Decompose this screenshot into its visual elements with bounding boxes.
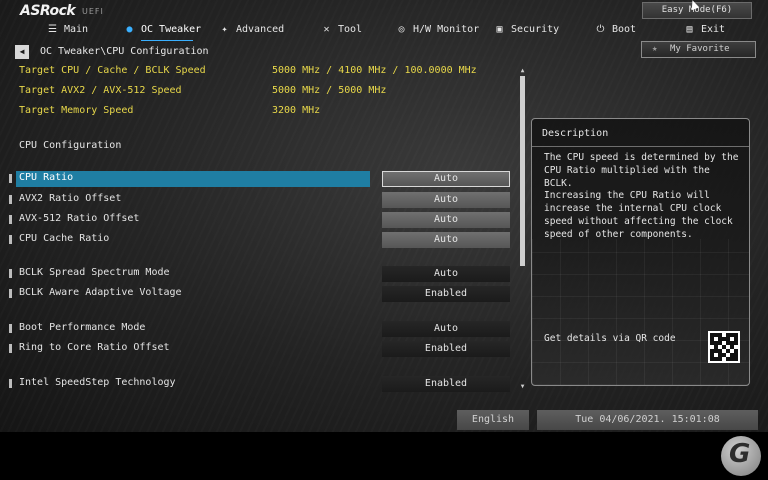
setting-boot-performance-mode[interactable]: Boot Performance Mode Auto xyxy=(8,321,512,337)
setting-cpu-ratio[interactable]: CPU Ratio Auto xyxy=(8,171,512,187)
power-icon: ⏻ xyxy=(596,24,605,35)
shield-icon: ▣ xyxy=(496,24,503,35)
star-icon: ★ xyxy=(652,44,658,54)
tab-main[interactable]: ☰ Main xyxy=(46,20,88,40)
qr-label: Get details via QR code xyxy=(544,333,676,344)
datetime-display: Tue 04/06/2021. 15:01:08 xyxy=(537,410,758,430)
asrock-logo: ASRock xyxy=(20,3,76,19)
chevron-left-icon: ◀ xyxy=(19,47,25,56)
tab-security[interactable]: ▣ Security xyxy=(493,20,559,40)
scroll-up-icon[interactable]: ▲ xyxy=(519,68,526,74)
wrench-icon: ✕ xyxy=(323,24,330,35)
scrollbar[interactable]: ▲ ▼ xyxy=(519,68,526,390)
tab-oc-tweaker[interactable]: ● OC Tweaker xyxy=(123,20,201,41)
description-panel: Description The CPU speed is determined … xyxy=(531,118,750,386)
tab-tool[interactable]: ✕ Tool xyxy=(320,20,362,40)
breadcrumb: OC Tweaker\CPU Configuration xyxy=(40,46,209,57)
tab-exit[interactable]: ▤ Exit xyxy=(683,20,725,40)
uefi-screen: ASRock UEFI Easy Mode(F6) ☰ Main ● OC Twea… xyxy=(0,0,768,432)
scroll-down-icon[interactable]: ▼ xyxy=(519,384,526,390)
setting-value[interactable]: Auto xyxy=(382,212,510,228)
letterbox-bar xyxy=(0,432,768,480)
setting-avx512-ratio-offset[interactable]: AVX-512 Ratio Offset Auto xyxy=(8,212,512,228)
setting-value[interactable]: Enabled xyxy=(382,286,510,302)
monitor-icon: ◎ xyxy=(398,24,405,35)
back-button[interactable]: ◀ xyxy=(15,45,29,59)
description-text: The CPU speed is determined by the CPU R… xyxy=(544,152,739,240)
setting-value[interactable]: Auto xyxy=(382,266,510,282)
setting-bclk-spread-spectrum[interactable]: BCLK Spread Spectrum Mode Auto xyxy=(8,266,512,282)
qr-code-icon xyxy=(708,331,740,363)
setting-bclk-aware-adaptive-voltage[interactable]: BCLK Aware Adaptive Voltage Enabled xyxy=(8,286,512,302)
flame-icon: ● xyxy=(126,24,133,35)
exit-icon: ▤ xyxy=(686,24,693,35)
language-selector[interactable]: English xyxy=(457,410,529,430)
setting-value[interactable]: Enabled xyxy=(382,376,510,392)
section-title: CPU Configuration xyxy=(19,140,122,151)
divider xyxy=(532,146,749,147)
setting-intel-speedstep[interactable]: Intel SpeedStep Technology Enabled xyxy=(8,376,512,392)
setting-value[interactable]: Auto xyxy=(382,232,510,248)
setting-value[interactable]: Enabled xyxy=(382,341,510,357)
tab-advanced[interactable]: ✦ Advanced xyxy=(218,20,284,40)
setting-ring-to-core-ratio-offset[interactable]: Ring to Core Ratio Offset Enabled xyxy=(8,341,512,357)
setting-cpu-cache-ratio[interactable]: CPU Cache Ratio Auto xyxy=(8,232,512,248)
setting-value[interactable]: Auto xyxy=(382,171,510,187)
main-tabs: ☰ Main ● OC Tweaker ✦ Advanced ✕ Tool ◎ H/W M… xyxy=(0,20,768,42)
my-favorite-button[interactable]: ★ My Favorite xyxy=(641,41,756,58)
star-icon: ✦ xyxy=(221,24,228,35)
description-title: Description xyxy=(542,128,609,139)
setting-value[interactable]: Auto xyxy=(382,321,510,337)
setting-value[interactable]: Auto xyxy=(382,192,510,208)
scrollbar-thumb[interactable] xyxy=(520,76,525,266)
uefi-label: UEFI xyxy=(82,7,104,16)
tab-boot[interactable]: ⏻ Boot xyxy=(594,20,637,40)
list-icon: ☰ xyxy=(48,24,57,35)
tab-hw-monitor[interactable]: ◎ H/W Monitor xyxy=(395,20,479,40)
watermark-logo xyxy=(721,436,761,476)
setting-avx2-ratio-offset[interactable]: AVX2 Ratio Offset Auto xyxy=(8,192,512,208)
